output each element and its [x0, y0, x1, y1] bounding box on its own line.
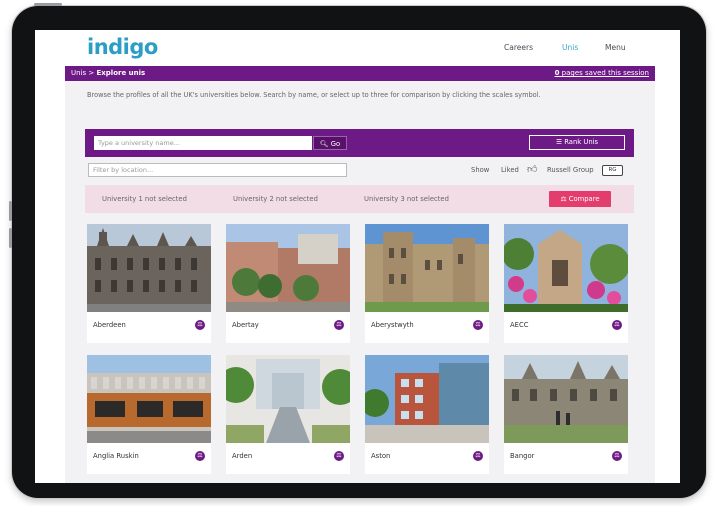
- breadcrumb: Unis > Explore unis: [71, 69, 145, 77]
- uni-card-abertay[interactable]: Abertay ⚖: [226, 224, 350, 343]
- compare-slot-2: University 2 not selected: [233, 195, 318, 203]
- intro-text: Browse the profiles of all the UK's univ…: [87, 91, 541, 99]
- rank-label: Rank Unis: [564, 138, 599, 146]
- compare-scales-icon[interactable]: ⚖: [473, 320, 483, 330]
- breadcrumb-separator: >: [88, 69, 95, 77]
- uni-card-aston[interactable]: Aston ⚖: [365, 355, 489, 474]
- browser-screen: indigo Careers Unis Menu Unis > Explore …: [35, 30, 680, 483]
- go-button[interactable]: 🔍︎ Go: [313, 136, 347, 150]
- uni-card-aberystwyth[interactable]: Aberystwyth ⚖: [365, 224, 489, 343]
- saved-pages-link[interactable]: 0 pages saved this session: [555, 69, 649, 77]
- uni-card-bangor[interactable]: Bangor ⚖: [504, 355, 628, 474]
- uni-name: AECC: [510, 321, 529, 329]
- location-filter-input[interactable]: Filter by location...: [88, 163, 347, 177]
- site-header: indigo Careers Unis Menu: [35, 30, 680, 66]
- russell-group-toggle[interactable]: RG: [602, 165, 623, 176]
- volume-up-button: [9, 201, 12, 221]
- saved-pages-text: pages saved this session: [561, 69, 649, 77]
- aston-photo: [365, 355, 489, 443]
- compare-slot-1: University 1 not selected: [102, 195, 187, 203]
- main-content: Browse the profiles of all the UK's univ…: [65, 81, 655, 483]
- search-bar: Type a university name... 🔍︎ Go ☰ Rank U…: [85, 129, 634, 157]
- compare-scales-icon[interactable]: ⚖: [612, 320, 622, 330]
- uni-name: Bangor: [510, 452, 535, 460]
- compare-label: Compare: [568, 195, 600, 203]
- compare-scales-icon[interactable]: ⚖: [195, 451, 205, 461]
- nav-menu[interactable]: Menu: [605, 43, 626, 52]
- saved-pages-count: 0: [554, 69, 560, 77]
- aberystwyth-photo: [365, 224, 489, 312]
- uni-card-aberdeen[interactable]: Aberdeen ⚖: [87, 224, 211, 343]
- compare-bar: University 1 not selected University 2 n…: [85, 185, 634, 213]
- uni-name: Abertay: [232, 321, 259, 329]
- indigo-logo[interactable]: indigo: [87, 35, 158, 59]
- uni-name: Arden: [232, 452, 253, 460]
- compare-scales-icon[interactable]: ⚖: [612, 451, 622, 461]
- breadcrumb-current: Explore unis: [96, 69, 146, 77]
- uni-card-anglia-ruskin[interactable]: Anglia Ruskin ⚖: [87, 355, 211, 474]
- search-icon: 🔍︎: [319, 140, 329, 148]
- show-label: Show: [471, 166, 490, 174]
- anglia-ruskin-photo: [87, 355, 211, 443]
- bangor-photo: [504, 355, 628, 443]
- thumbs-up-icon[interactable]: 👍︎: [527, 163, 537, 175]
- uni-card-aecc[interactable]: AECC ⚖: [504, 224, 628, 343]
- nav-careers[interactable]: Careers: [504, 43, 533, 52]
- compare-scales-icon[interactable]: ⚖: [334, 451, 344, 461]
- compare-slot-3: University 3 not selected: [364, 195, 449, 203]
- scales-icon: ⚖: [560, 195, 567, 203]
- uni-name: Aberdeen: [93, 321, 126, 329]
- power-button: [34, 3, 62, 6]
- abertay-photo: [226, 224, 350, 312]
- rank-unis-button[interactable]: ☰ Rank Unis: [529, 135, 625, 150]
- breadcrumb-bar: Unis > Explore unis 0 pages saved this s…: [65, 66, 655, 81]
- list-icon: ☰: [555, 138, 563, 146]
- uni-card-arden[interactable]: Arden ⚖: [226, 355, 350, 474]
- compare-scales-icon[interactable]: ⚖: [334, 320, 344, 330]
- uni-name: Aston: [371, 452, 391, 460]
- arden-photo: [226, 355, 350, 443]
- aecc-photo: [504, 224, 628, 312]
- uni-name: Anglia Ruskin: [93, 452, 139, 460]
- breadcrumb-root[interactable]: Unis: [71, 69, 86, 77]
- university-search-input[interactable]: Type a university name...: [94, 136, 312, 150]
- liked-filter[interactable]: Liked: [501, 166, 519, 174]
- compare-button[interactable]: ⚖ Compare: [549, 191, 611, 207]
- compare-scales-icon[interactable]: ⚖: [473, 451, 483, 461]
- nav-unis[interactable]: Unis: [562, 43, 578, 52]
- volume-down-button: [9, 228, 12, 248]
- compare-scales-icon[interactable]: ⚖: [195, 320, 205, 330]
- go-label: Go: [330, 140, 341, 148]
- aberdeen-photo: [87, 224, 211, 312]
- russell-group-label: Russell Group: [547, 166, 594, 174]
- uni-name: Aberystwyth: [371, 321, 414, 329]
- filter-row: Filter by location... Show Liked 👍︎ Russ…: [85, 157, 634, 183]
